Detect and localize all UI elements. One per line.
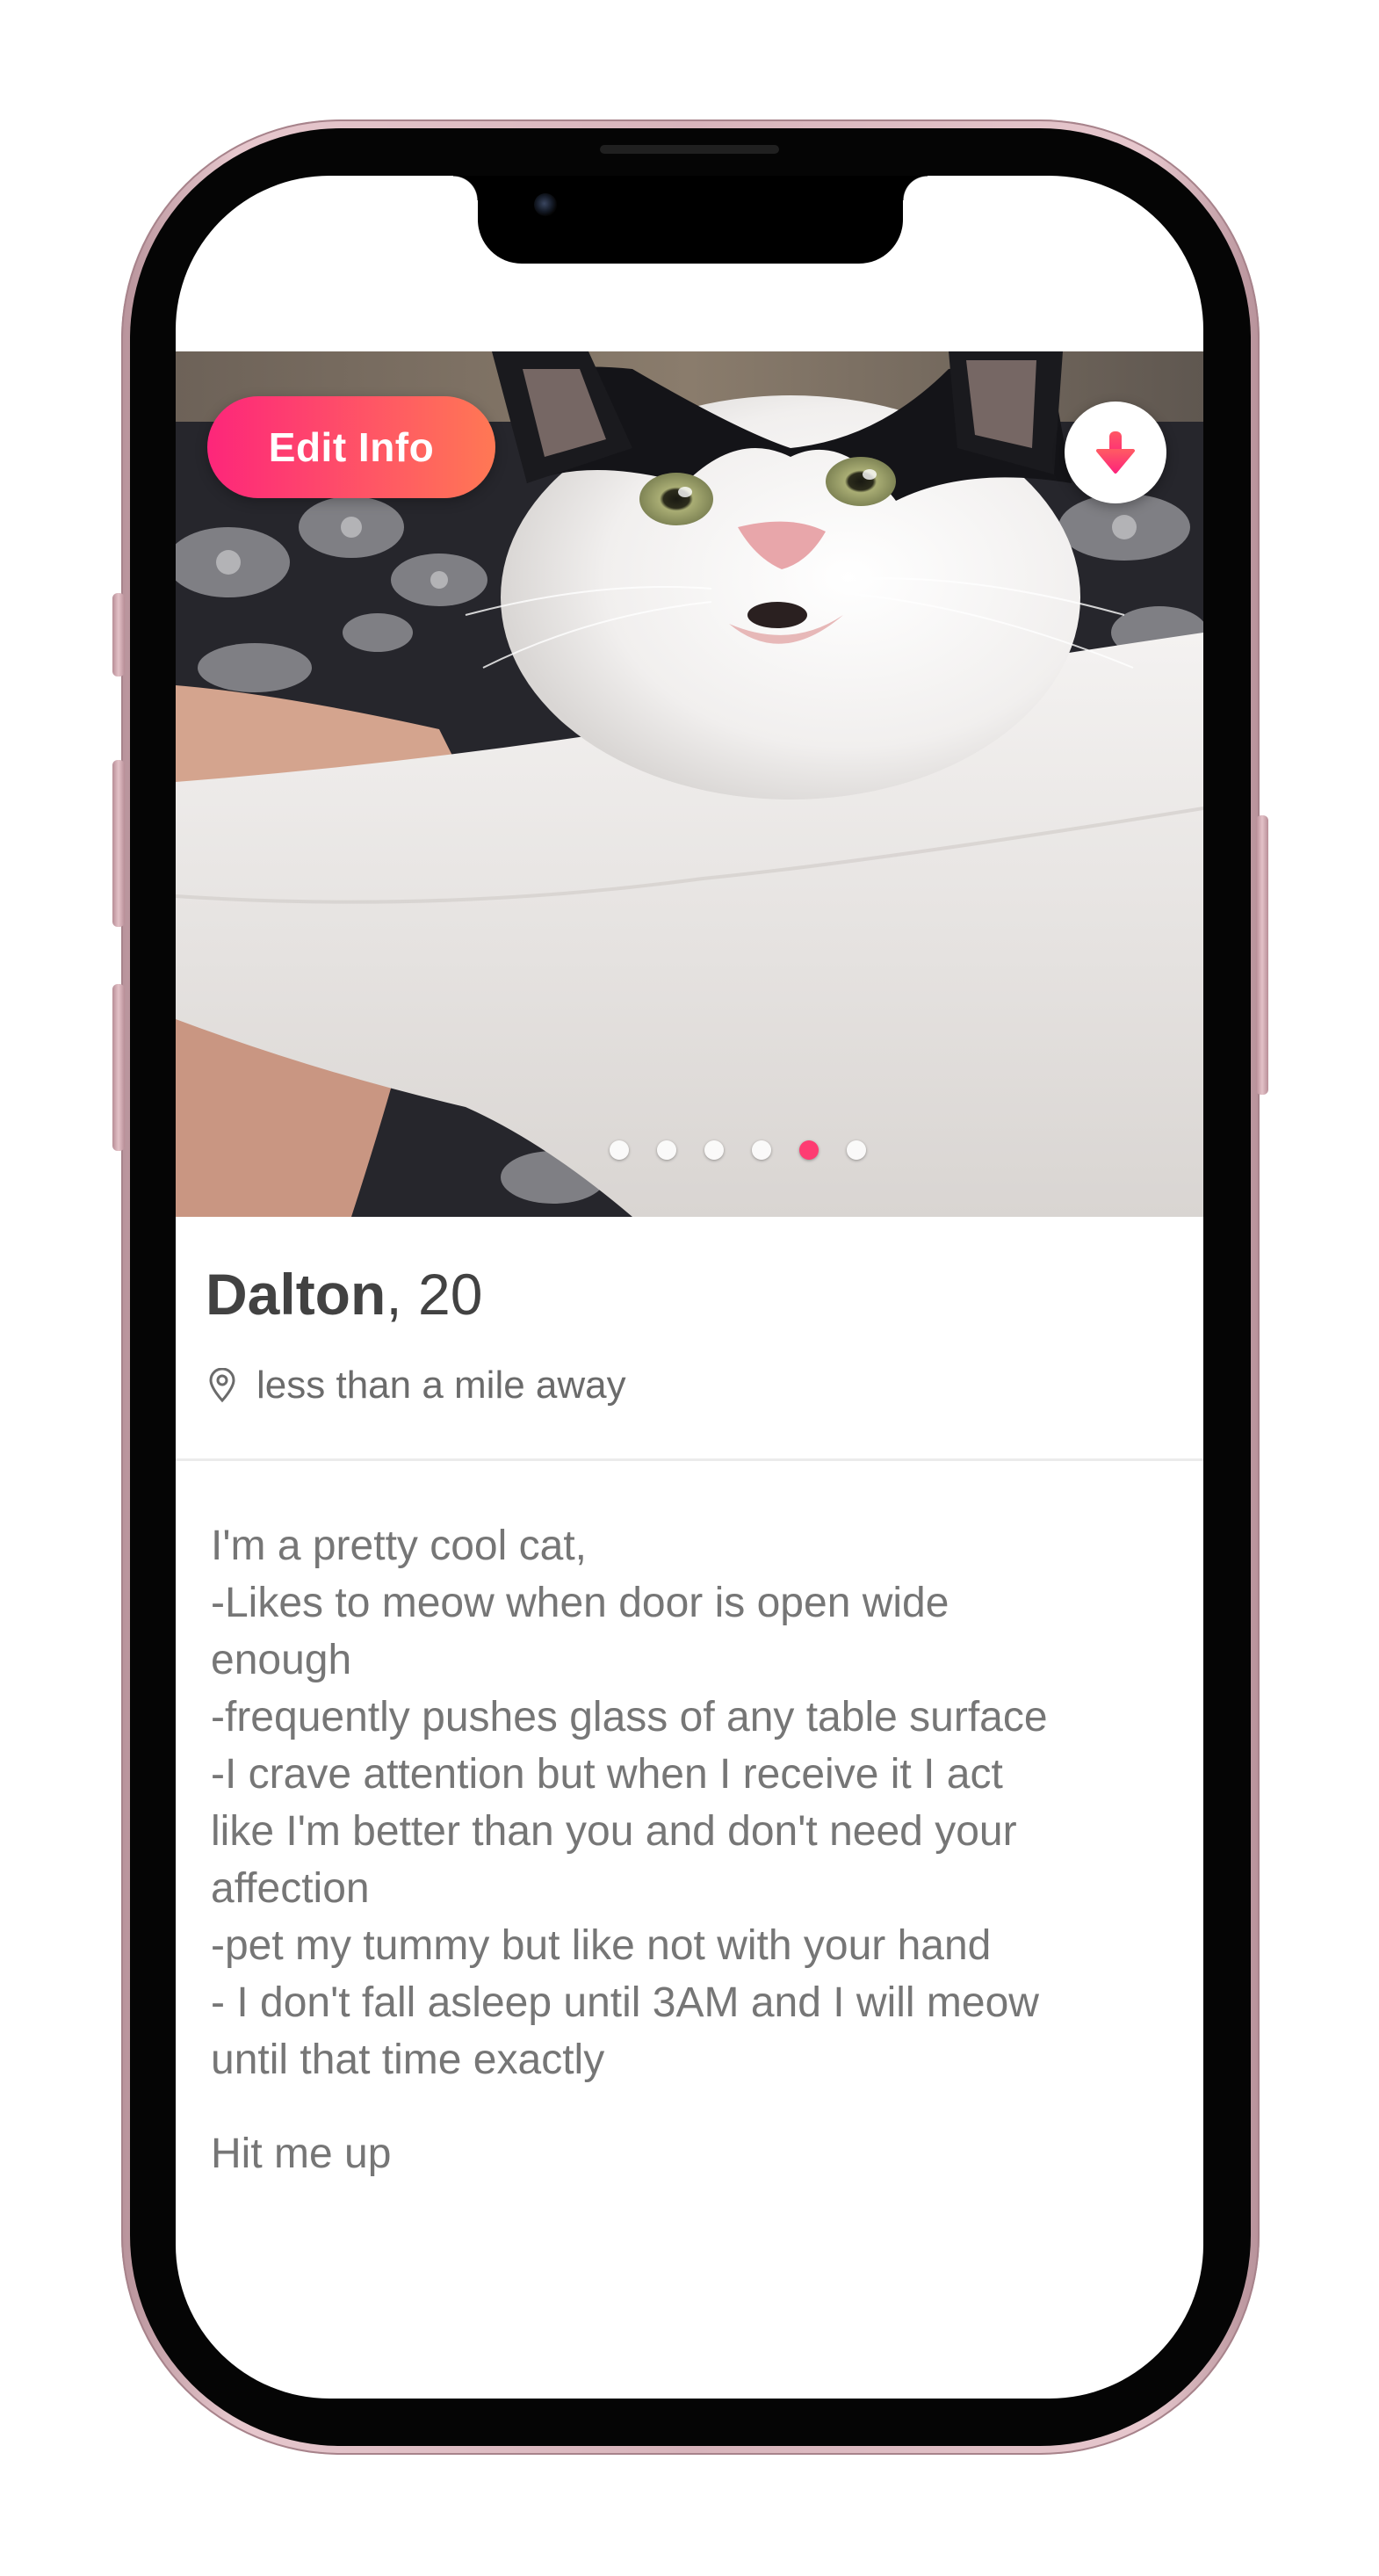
earpiece-speaker bbox=[600, 145, 779, 154]
photo-page-dot-active[interactable] bbox=[799, 1140, 819, 1160]
bio-line: like I'm better than you and don't need … bbox=[211, 1808, 1017, 1855]
photo-page-dot[interactable] bbox=[704, 1140, 724, 1160]
bio-line: - I don't fall asleep until 3AM and I wi… bbox=[211, 1979, 1039, 2026]
photo-page-dot[interactable] bbox=[657, 1140, 676, 1160]
profile-name-age: Dalton, 20 bbox=[206, 1261, 482, 1328]
bio-blank-line bbox=[211, 2088, 1177, 2125]
photo-page-dot[interactable] bbox=[610, 1140, 629, 1160]
power-button bbox=[1256, 815, 1268, 1095]
arrow-down-icon bbox=[1096, 431, 1135, 474]
bio-line: I'm a pretty cool cat, bbox=[211, 1523, 587, 1569]
photo-page-dot[interactable] bbox=[847, 1140, 866, 1160]
collapse-profile-button[interactable] bbox=[1065, 402, 1166, 503]
photo-pager bbox=[224, 1140, 1203, 1160]
volume-down-button bbox=[112, 984, 125, 1151]
distance-row: less than a mile away bbox=[207, 1364, 626, 1407]
bio-line: -I crave attention but when I receive it… bbox=[211, 1751, 1003, 1798]
profile-name: Dalton bbox=[206, 1262, 386, 1327]
silent-switch bbox=[112, 593, 125, 677]
bio-line: -frequently pushes glass of any table su… bbox=[211, 1694, 1048, 1740]
bio-line: affection bbox=[211, 1865, 370, 1912]
edit-info-button[interactable]: Edit Info bbox=[207, 396, 495, 498]
section-divider bbox=[176, 1458, 1203, 1461]
phone-screen: Edit Info Dalton, 20 less than a mile aw… bbox=[176, 176, 1203, 2399]
front-camera-icon bbox=[534, 193, 557, 216]
profile-bio: I'm a pretty cool cat, -Likes to meow wh… bbox=[211, 1517, 1177, 2182]
bio-line: -Likes to meow when door is open wide bbox=[211, 1580, 949, 1626]
bio-line: until that time exactly bbox=[211, 2037, 605, 2083]
distance-text: less than a mile away bbox=[256, 1364, 626, 1407]
bio-closing: Hit me up bbox=[211, 2131, 392, 2177]
volume-up-button bbox=[112, 760, 125, 927]
name-age-separator: , bbox=[386, 1262, 419, 1327]
bio-line: enough bbox=[211, 1637, 352, 1683]
profile-age: 20 bbox=[418, 1262, 483, 1327]
location-pin-icon bbox=[209, 1368, 235, 1403]
bio-line: -pet my tummy but like not with your han… bbox=[211, 1922, 992, 1969]
photo-page-dot[interactable] bbox=[752, 1140, 771, 1160]
notch bbox=[453, 176, 928, 264]
